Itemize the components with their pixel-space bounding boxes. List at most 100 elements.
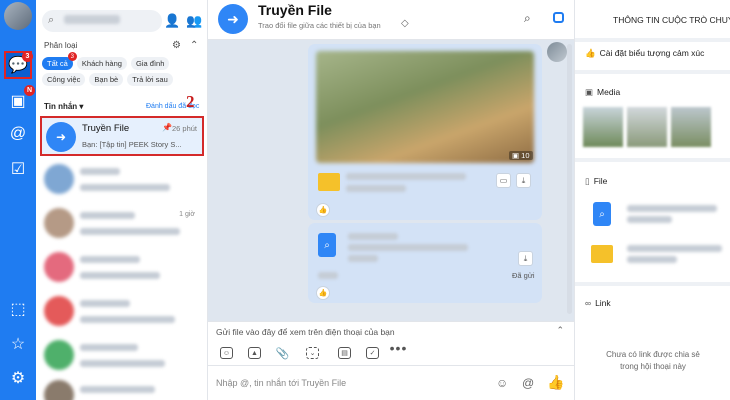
- panel-toggle-icon[interactable]: [553, 12, 564, 23]
- nav-rail: 💬 3 ▣ N @ ☑ ⬚ ☆ ⚙: [0, 0, 36, 400]
- screenshot-nav-button[interactable]: ⬚: [4, 295, 32, 323]
- starred-nav-button[interactable]: ☆: [4, 330, 32, 358]
- download-icon[interactable]: ⤓: [516, 173, 531, 188]
- tag-icon[interactable]: ◇: [401, 18, 409, 29]
- search-icon[interactable]: ⌕: [524, 11, 531, 26]
- download-icon[interactable]: ⤓: [518, 251, 533, 266]
- chat-avatar[interactable]: ➜: [218, 4, 248, 34]
- composer-toolbar: ☺ ▲ 📎 ⌄ ▤ ✓ •••: [208, 340, 574, 366]
- user-avatar[interactable]: [4, 2, 32, 30]
- thumbs-up-icon[interactable]: 👍: [547, 374, 564, 391]
- chat-subtitle: Trao đổi file giữa các thiết bị của bạn: [258, 21, 381, 30]
- scrollbar[interactable]: [567, 44, 572, 314]
- list-item[interactable]: [40, 378, 204, 400]
- todo-icon: ☑: [10, 161, 26, 178]
- file-transfer-avatar: ➜: [46, 122, 76, 152]
- open-folder-icon[interactable]: ▭: [496, 173, 511, 188]
- account-name-blurred: [64, 15, 120, 24]
- chat-title: Truyền File: [258, 2, 332, 18]
- chip-work[interactable]: Công việc: [42, 73, 86, 86]
- chip-all[interactable]: Tất cả 3: [42, 52, 77, 70]
- list-item[interactable]: [40, 160, 204, 200]
- list-item[interactable]: [40, 248, 204, 288]
- screenshot-icon: ⬚: [10, 301, 26, 318]
- conversation-preview: Bạn: [Tập tin] PEEK Story S...: [82, 140, 182, 149]
- link-icon: ∞: [585, 298, 592, 308]
- media-section-header[interactable]: ▣ Media: [585, 87, 620, 98]
- message-list: ▣ 10 ▭ ⤓ 👍 ⌕ ⤓ Đã gửi 👍: [208, 40, 574, 321]
- messages-nav-button[interactable]: 💬 3: [4, 51, 33, 79]
- my-avatar: [547, 42, 567, 62]
- message-bubble[interactable]: ▣ 10 ▭ ⤓ 👍: [308, 44, 542, 220]
- list-item[interactable]: 1 giờ: [40, 204, 204, 244]
- conversation-time: 1 giờ: [179, 211, 195, 218]
- folder-icon: [591, 245, 613, 263]
- conversation-title: Truyền File: [82, 123, 130, 134]
- add-friend-icon[interactable]: 👤: [164, 13, 180, 29]
- categories-label: Phân loại: [44, 41, 78, 50]
- file-transfer-icon: ➜: [227, 10, 239, 27]
- like-icon[interactable]: 👍: [316, 286, 330, 300]
- todo-nav-button[interactable]: ☑: [4, 155, 32, 183]
- messages-badge: 3: [22, 51, 33, 62]
- chat-area: ➜ Truyền File Trao đổi file giữa các thi…: [208, 0, 574, 400]
- emoji-settings-row[interactable]: 👍 Cài đặt biểu tượng cảm xúc: [585, 48, 704, 59]
- file-icon: ⌕: [318, 233, 336, 257]
- task-icon[interactable]: ✓: [366, 347, 379, 359]
- contact-card-icon[interactable]: ▤: [338, 347, 351, 359]
- send-to-phone-hint: Gửi file vào đây để xem trên điện thoại …: [208, 321, 574, 341]
- collapse-categories-icon[interactable]: ⌃: [190, 40, 198, 51]
- more-icon[interactable]: •••: [390, 340, 407, 356]
- list-item[interactable]: [40, 336, 204, 376]
- hint-text: Gửi file vào đây để xem trên điện thoại …: [216, 327, 395, 337]
- contacts-icon: ▣: [10, 93, 26, 110]
- chip-friends[interactable]: Bạn bè: [89, 73, 124, 86]
- settings-nav-button[interactable]: ⚙: [4, 364, 32, 392]
- folder-icon: [318, 173, 340, 191]
- info-panel-title: THÔNG TIN CUỘC TRÒ CHUYỆN: [613, 15, 730, 25]
- chip-all-badge: 3: [67, 52, 77, 61]
- shared-file-item[interactable]: [589, 240, 729, 270]
- sticker-icon[interactable]: ☺: [220, 347, 233, 359]
- create-group-icon[interactable]: 👥: [186, 13, 202, 29]
- empty-links-message: Chưa có link được chia sẻ trong hội thoạ…: [606, 350, 700, 371]
- message-input[interactable]: Nhập @, tin nhắn tới Truyền File: [216, 378, 346, 388]
- like-icon[interactable]: 👍: [316, 203, 330, 217]
- chevron-up-icon[interactable]: ⌃: [556, 325, 564, 336]
- link-section-header[interactable]: ∞ Link: [585, 298, 611, 308]
- shared-file-item[interactable]: ⌕: [589, 200, 729, 230]
- conversation-truyen-file[interactable]: ➜ Truyền File 📌 26 phút Bạn: [Tập tin] P…: [40, 116, 204, 156]
- conversation-info-panel: THÔNG TIN CUỘC TRÒ CHUYỆN 👍Cài đặt biểu …: [574, 0, 730, 400]
- chip-reply-later[interactable]: Trả lời sau: [127, 73, 173, 86]
- mention-icon: @: [9, 125, 27, 142]
- file-icon: ⌕: [593, 202, 611, 226]
- search-box[interactable]: ⌕: [42, 10, 162, 32]
- conversation-time: 26 phút: [171, 124, 197, 133]
- at-icon[interactable]: @: [522, 376, 534, 390]
- message-bubble[interactable]: ⌕ ⤓ Đã gửi 👍: [308, 223, 542, 303]
- media-thumbnail[interactable]: [627, 107, 667, 147]
- media-thumbnail[interactable]: [671, 107, 711, 147]
- image-icon[interactable]: ▲: [248, 347, 261, 359]
- screenshot-tool-icon[interactable]: ⌄: [306, 347, 319, 359]
- photo-count: ▣ 10: [509, 151, 533, 160]
- file-attachment[interactable]: ▭ ⤓: [316, 168, 534, 196]
- file-section-header[interactable]: ▯ File: [585, 176, 607, 187]
- messages-filter-dropdown[interactable]: Tin nhắn ▾: [44, 102, 83, 111]
- media-thumbnail[interactable]: [583, 107, 623, 147]
- chip-family[interactable]: Gia đình: [131, 57, 170, 70]
- mention-nav-button[interactable]: @: [4, 120, 32, 148]
- message-composer[interactable]: Nhập @, tin nhắn tới Truyền File ☺ @ 👍: [208, 366, 574, 400]
- pin-icon: 📌: [162, 123, 172, 132]
- step-marker-2: 2: [186, 92, 195, 111]
- category-settings-icon[interactable]: ⚙: [172, 40, 181, 51]
- shared-photos[interactable]: [316, 51, 534, 163]
- attachment-icon[interactable]: 📎: [276, 347, 290, 360]
- contacts-nav-button[interactable]: ▣ N: [4, 85, 35, 115]
- chip-customers[interactable]: Khách hàng: [76, 57, 127, 70]
- contacts-badge: N: [24, 85, 35, 96]
- sent-status: Đã gửi: [512, 271, 535, 280]
- list-item[interactable]: [40, 292, 204, 332]
- emoji-icon[interactable]: ☺: [496, 376, 508, 390]
- thumbs-up-icon: 👍: [585, 48, 596, 58]
